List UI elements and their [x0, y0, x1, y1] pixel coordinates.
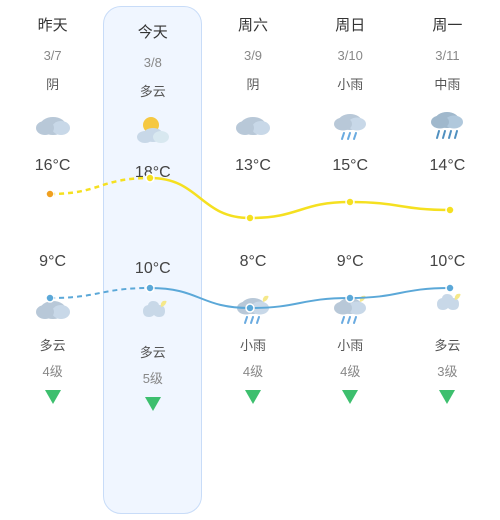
night-icon-rain-light [231, 284, 275, 328]
high-temp: 15°C [332, 150, 368, 182]
day-col-sun[interactable]: 周日 3/10 小雨 15°C 9°C 小雨 4级 [302, 0, 399, 520]
night-condition: 多云 [434, 334, 460, 354]
day-icon-rain [425, 100, 469, 144]
day-icon-partly-cloudy [131, 107, 175, 151]
wind-direction-arrow [145, 397, 161, 411]
night-condition: 多云 [40, 334, 66, 354]
day-icon-rain-light [328, 100, 372, 144]
low-temp: 8°C [240, 246, 267, 278]
day-condition: 小雨 [337, 72, 363, 94]
night-icon-rain-light [328, 284, 372, 328]
wind-direction-arrow [245, 390, 261, 404]
day-date: 3/7 [44, 44, 62, 66]
day-name: 周六 [238, 10, 268, 38]
low-temp: 9°C [39, 246, 66, 278]
wind-level: 4级 [340, 360, 360, 380]
weather-container: 昨天 3/7 阴 16°C 9°C 多云 4级 今天 3/8 多云 18°C 10°C 多云 5级… [0, 0, 500, 520]
day-condition: 多云 [140, 79, 166, 101]
night-icon-cloud [31, 284, 75, 328]
wind-level: 4级 [243, 360, 263, 380]
wind-direction-arrow [342, 390, 358, 404]
day-date: 3/10 [338, 44, 363, 66]
night-condition: 小雨 [337, 334, 363, 354]
day-col-sat[interactable]: 周六 3/9 阴 13°C 8°C 小雨 4级 [204, 0, 301, 520]
day-date: 3/8 [144, 51, 162, 73]
night-icon-cloud-moon [131, 291, 175, 335]
low-temp: 10°C [430, 246, 466, 278]
day-date: 3/9 [244, 44, 262, 66]
day-name: 周日 [335, 10, 365, 38]
day-col-yesterday[interactable]: 昨天 3/7 阴 16°C 9°C 多云 4级 [4, 0, 101, 520]
day-name: 昨天 [38, 10, 68, 38]
day-icon-cloud [231, 100, 275, 144]
high-temp: 18°C [135, 157, 171, 189]
day-name: 今天 [138, 17, 168, 45]
high-temp: 13°C [235, 150, 271, 182]
high-temp: 14°C [430, 150, 466, 182]
day-icon-cloud [31, 100, 75, 144]
wind-direction-arrow [45, 390, 61, 404]
high-temp: 16°C [35, 150, 71, 182]
low-temp: 9°C [337, 246, 364, 278]
wind-level: 5级 [143, 367, 163, 387]
day-date: 3/11 [435, 44, 459, 66]
wind-direction-arrow [439, 390, 455, 404]
wind-level: 4级 [42, 360, 62, 380]
wind-level: 3级 [437, 360, 457, 380]
night-condition: 小雨 [240, 334, 266, 354]
night-condition: 多云 [140, 341, 166, 361]
night-icon-cloud-moon [425, 284, 469, 328]
low-temp: 10°C [135, 253, 171, 285]
day-condition: 阴 [247, 72, 260, 94]
day-col-mon[interactable]: 周一 3/11 中雨 14°C 10°C 多云 3级 [399, 0, 496, 520]
day-condition: 阴 [46, 72, 59, 94]
day-col-today[interactable]: 今天 3/8 多云 18°C 10°C 多云 5级 [103, 6, 202, 514]
day-name: 周一 [432, 10, 462, 38]
day-condition: 中雨 [434, 72, 460, 94]
